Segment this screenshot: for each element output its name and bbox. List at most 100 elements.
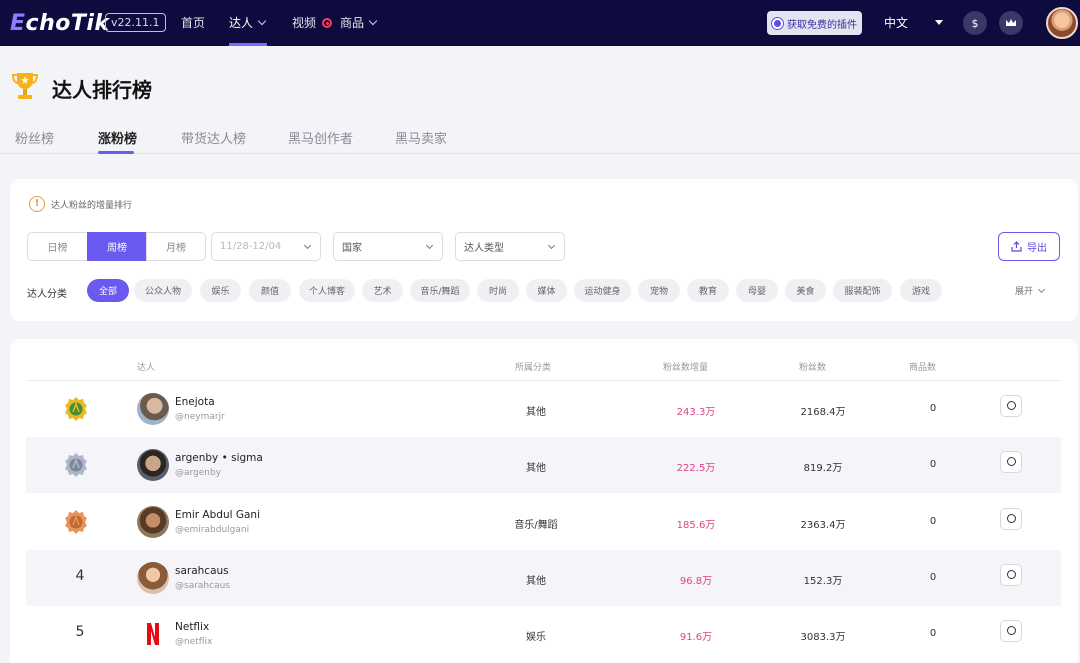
product-count: 0 [929, 459, 937, 471]
search-icon[interactable] [1000, 507, 1022, 530]
category-chip[interactable]: 媒体 [526, 279, 567, 302]
creator-name[interactable]: argenby • sigma [175, 452, 263, 464]
product-count: 0 [929, 571, 937, 583]
rank-number: 5 [75, 624, 85, 641]
search-icon[interactable] [1000, 620, 1022, 643]
nav-creators[interactable]: 达人 [229, 0, 267, 46]
tab-rising-sellers[interactable]: 黑马卖家 [395, 128, 447, 147]
search-icon[interactable] [1000, 451, 1022, 474]
country-placeholder: 国家 [342, 243, 362, 254]
creator-handle: @emirabdulgani [175, 524, 250, 535]
chevron-down-icon [425, 241, 434, 250]
currency-icon[interactable]: $ [963, 11, 987, 35]
crown-icon[interactable] [999, 11, 1023, 35]
table-row[interactable]: 2 argenby • sigma @argenby 其他 222.5万 819… [26, 437, 1061, 494]
rank-number: 4 [75, 567, 85, 584]
creator-type-select[interactable]: 达人类型 [455, 232, 565, 261]
creator-category: 音乐/舞蹈 [514, 519, 558, 531]
chevron-down-icon [1037, 285, 1046, 293]
category-chip[interactable]: 美食 [785, 279, 826, 302]
plugin-button-label: 获取免费的插件 [787, 19, 857, 31]
export-icon [1011, 241, 1022, 252]
table-row[interactable]: 4 sarahcaus @sarahcaus 其他 96.8万 152.3万 0 [26, 549, 1061, 606]
nav-videos[interactable]: 视频 [292, 0, 333, 46]
search-icon[interactable] [1000, 563, 1022, 586]
creator-category: 其他 [526, 407, 546, 418]
creator-category: 其他 [526, 575, 546, 587]
creator-avatar[interactable] [137, 561, 169, 594]
search-icon[interactable] [1000, 395, 1022, 417]
period-daily[interactable]: 日榜 [27, 232, 88, 261]
ranking-table: 达人 所属分类 粉丝数增量 粉丝数 商品数 1 Enejota @neymarj… [10, 339, 1078, 663]
export-button[interactable]: 导出 [998, 232, 1060, 261]
category-chip[interactable]: 艺术 [362, 279, 403, 302]
category-chip[interactable]: 服装配饰 [833, 279, 892, 302]
creator-avatar[interactable] [137, 505, 169, 538]
caret-down-icon[interactable] [935, 20, 943, 25]
category-chip[interactable]: 颜值 [249, 279, 291, 302]
creator-avatar[interactable] [137, 393, 169, 425]
creator-avatar[interactable] [137, 618, 169, 651]
language-selector[interactable]: 中文 [884, 14, 908, 31]
category-chip[interactable]: 时尚 [477, 279, 519, 302]
tab-rising-creators[interactable]: 黑马创作者 [288, 128, 353, 147]
category-chip[interactable]: 母婴 [736, 279, 778, 302]
header-creator: 达人 [137, 363, 156, 373]
chrome-icon [772, 17, 783, 29]
header-products: 商品数 [909, 363, 937, 373]
creator-type-placeholder: 达人类型 [464, 243, 504, 254]
table-row[interactable]: 3 Emir Abdul Gani @emirabdulgani 音乐/舞蹈 1… [26, 494, 1061, 550]
table-row[interactable]: 5 Netflix @netflix 娱乐 91.6万 3083.3万 0 [26, 606, 1061, 662]
creator-category: 娱乐 [526, 632, 546, 644]
category-chip[interactable]: 运动健身 [574, 279, 631, 302]
category-chip[interactable]: 教育 [687, 279, 729, 302]
tab-followers[interactable]: 粉丝榜 [15, 128, 54, 147]
nav-creators-label: 达人 [229, 16, 254, 30]
date-range-select[interactable]: 11/28-12/04 [211, 232, 321, 261]
creator-handle: @neymarjr [175, 412, 225, 422]
category-chip[interactable]: 宠物 [638, 279, 680, 302]
expand-label: 展开 [1015, 287, 1034, 297]
table-row[interactable]: 1 Enejota @neymarjr 其他 243.3万 2168.4万 0 [26, 381, 1061, 437]
category-chip[interactable]: 全部 [87, 279, 129, 302]
export-label: 导出 [1027, 243, 1047, 254]
nav-videos-label: 视频 [292, 16, 317, 30]
echotik-logo[interactable]: EchoTik [10, 9, 110, 37]
logo-initial: E [10, 10, 26, 36]
tab-active-underline [98, 151, 134, 154]
nav-home[interactable]: 首页 [181, 0, 205, 46]
creator-avatar[interactable] [137, 449, 169, 482]
follower-growth: 91.6万 [679, 632, 713, 644]
creator-name[interactable]: Netflix [175, 621, 209, 633]
get-plugin-button[interactable]: 获取免费的插件 [767, 11, 862, 35]
top-nav: EchoTik v22.11.1 首页 达人 视频 商品 获取免费的插件 中文 … [0, 0, 1080, 46]
filter-panel: ! 达人粉丝的增量排行 日榜 周榜 月榜 11/28-12/04 国家 达人类型… [10, 179, 1078, 321]
country-select[interactable]: 国家 [333, 232, 443, 261]
period-monthly[interactable]: 月榜 [146, 232, 206, 261]
creator-name[interactable]: sarahcaus [175, 565, 229, 577]
product-count: 0 [929, 628, 937, 640]
category-chip[interactable]: 公众人物 [134, 279, 192, 302]
period-weekly[interactable]: 周榜 [87, 232, 147, 261]
expand-toggle[interactable]: 展开 [1015, 284, 1046, 297]
creator-handle: @argenby [175, 468, 222, 479]
tab-follower-growth[interactable]: 涨粉榜 [98, 128, 137, 147]
ranking-tip: 达人粉丝的增量排行 [51, 201, 133, 211]
nav-active-underline [229, 43, 267, 46]
nav-products[interactable]: 商品 [340, 0, 378, 46]
user-avatar[interactable] [1046, 7, 1078, 39]
category-chip[interactable]: 个人博客 [299, 279, 355, 302]
chevron-down-icon [368, 16, 378, 26]
follower-growth: 96.8万 [679, 575, 713, 587]
category-chip[interactable]: 游戏 [900, 279, 942, 302]
ranking-tabs: 粉丝榜 涨粉榜 带货达人榜 黑马创作者 黑马卖家 [0, 120, 1080, 154]
creator-name[interactable]: Enejota [175, 396, 215, 408]
chevron-down-icon [547, 241, 556, 250]
trophy-icon [12, 73, 38, 99]
tab-sales-creators[interactable]: 带货达人榜 [181, 128, 246, 147]
creator-name[interactable]: Emir Abdul Gani [175, 509, 260, 521]
follower-count: 2168.4万 [800, 407, 846, 418]
category-chip[interactable]: 音乐/舞蹈 [410, 279, 470, 302]
category-chip[interactable]: 娱乐 [200, 279, 241, 302]
chevron-down-icon [257, 16, 267, 26]
